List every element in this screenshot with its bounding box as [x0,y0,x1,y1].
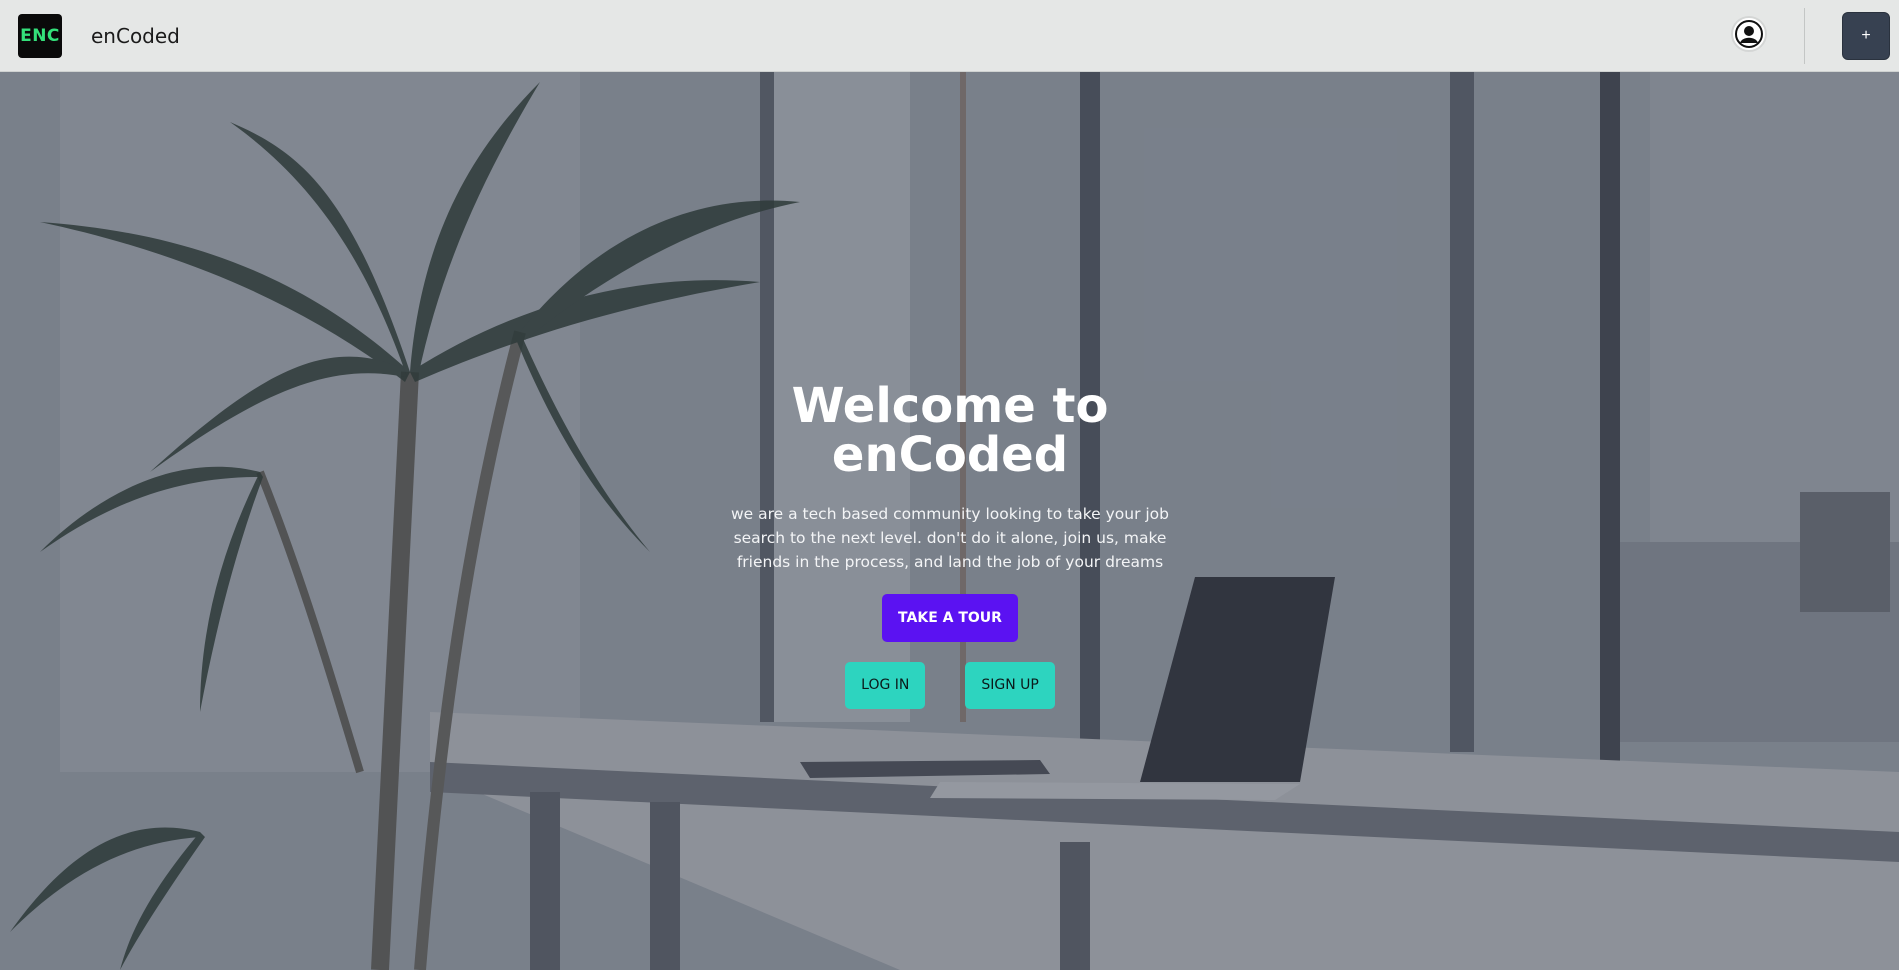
auth-buttons: LOG IN SIGN UP [700,662,1200,709]
login-button[interactable]: LOG IN [845,662,926,709]
brand-name[interactable]: enCoded [91,24,180,48]
hero-title: Welcome to enCoded [791,378,1109,483]
hero-description: we are a tech based community looking to… [731,505,1169,571]
logo[interactable]: ENC [18,14,62,58]
nav-divider [1804,8,1805,64]
take-a-tour-button[interactable]: TAKE A TOUR [882,594,1018,642]
add-button[interactable]: + [1842,12,1890,60]
user-avatar-icon [1735,20,1763,48]
top-navbar: ENC enCoded + [0,0,1899,72]
hero-content: Welcome to enCoded we are a tech based c… [700,382,1200,709]
signup-button[interactable]: SIGN UP [965,662,1055,709]
hero-section: Welcome to enCoded we are a tech based c… [0,72,1899,970]
user-avatar-button[interactable] [1731,16,1767,52]
